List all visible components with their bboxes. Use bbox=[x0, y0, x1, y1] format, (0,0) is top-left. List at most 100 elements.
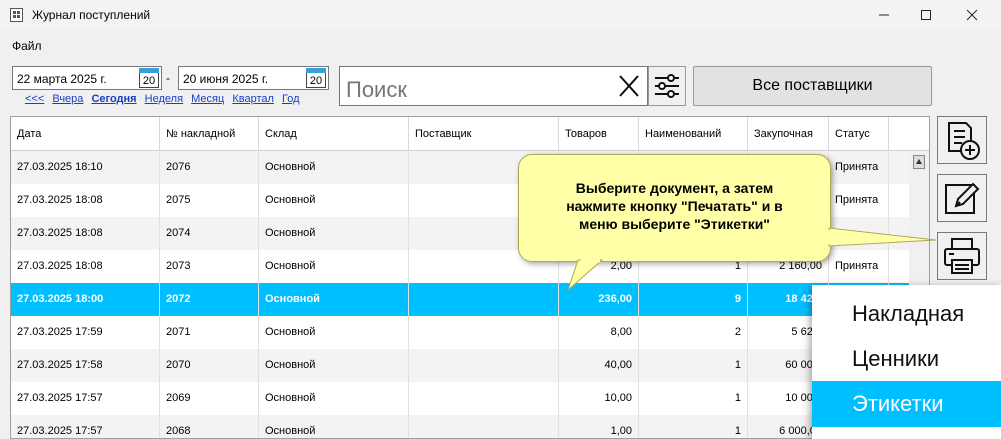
cell-status: Принята bbox=[829, 184, 889, 217]
cell-store: Основной bbox=[259, 151, 409, 184]
edit-icon bbox=[945, 182, 980, 214]
cell-goods: 10,00 bbox=[559, 382, 639, 415]
cell-store: Основной bbox=[259, 217, 409, 250]
cell-items: 1 bbox=[639, 349, 748, 382]
period-year-link[interactable]: Год bbox=[282, 93, 300, 105]
hint-line-1: Выберите документ, а затем bbox=[575, 180, 774, 196]
cell-items: 1 bbox=[639, 382, 748, 415]
cell-goods: 8,00 bbox=[559, 316, 639, 349]
cell-supplier bbox=[409, 382, 559, 415]
period-week-link[interactable]: Неделя bbox=[145, 93, 183, 105]
cell-items: 1 bbox=[639, 415, 748, 438]
cell-date: 27.03.2025 17:57 bbox=[11, 415, 160, 438]
column-header-store[interactable]: Склад bbox=[259, 117, 409, 151]
close-button[interactable] bbox=[949, 0, 995, 30]
cell-number: 2074 bbox=[160, 217, 259, 250]
cell-number: 2069 bbox=[160, 382, 259, 415]
period-quarter-link[interactable]: Квартал bbox=[232, 93, 274, 105]
cell-status bbox=[829, 217, 889, 250]
table-row[interactable]: 27.03.2025 17:57 2069 Основной 10,00 1 10 000… bbox=[11, 382, 909, 415]
date-from-picker[interactable]: 22 марта 2025 г. 20 bbox=[12, 66, 162, 90]
cell-goods: 40,00 bbox=[559, 349, 639, 382]
period-today-link[interactable]: Сегодня bbox=[91, 93, 136, 105]
scroll-up-arrow-icon[interactable] bbox=[913, 155, 925, 169]
hint-line-3: меню выберите "Этикетки" bbox=[579, 216, 770, 232]
cell-date: 27.03.2025 17:57 bbox=[11, 382, 160, 415]
cell-store: Основной bbox=[259, 415, 409, 438]
print-menu-item-labels[interactable]: Этикетки bbox=[812, 381, 1001, 427]
period-yesterday-link[interactable]: Вчера bbox=[52, 93, 83, 105]
column-header-items[interactable]: Наименований bbox=[639, 117, 748, 151]
cell-number: 2072 bbox=[160, 283, 259, 316]
cell-number: 2075 bbox=[160, 184, 259, 217]
filter-button[interactable] bbox=[648, 66, 686, 106]
cell-store: Основной bbox=[259, 283, 409, 316]
date-to-picker[interactable]: 20 июня 2025 г. 20 bbox=[178, 66, 329, 90]
calendar-icon[interactable]: 20 bbox=[139, 68, 159, 88]
period-back-link[interactable]: <<< bbox=[25, 93, 44, 105]
edit-button[interactable] bbox=[937, 174, 987, 222]
new-document-button[interactable] bbox=[937, 116, 987, 164]
maximize-button[interactable] bbox=[903, 0, 949, 30]
menu-file[interactable]: Файл bbox=[12, 39, 42, 53]
print-menu-item-invoice[interactable]: Накладная bbox=[812, 291, 1001, 337]
date-separator: - bbox=[166, 71, 170, 85]
cell-store: Основной bbox=[259, 184, 409, 217]
cell-date: 27.03.2025 17:59 bbox=[11, 316, 160, 349]
calendar-icon[interactable]: 20 bbox=[306, 68, 326, 88]
date-from-value: 22 марта 2025 г. bbox=[17, 72, 107, 86]
period-month-link[interactable]: Месяц bbox=[191, 93, 224, 105]
cell-date: 27.03.2025 18:08 bbox=[11, 250, 160, 283]
all-suppliers-button[interactable]: Все поставщики bbox=[693, 66, 932, 106]
maximize-icon bbox=[921, 10, 931, 20]
search-input[interactable]: Поиск bbox=[339, 66, 648, 106]
period-links: <<< Вчера Сегодня Неделя Месяц Квартал Г… bbox=[25, 93, 304, 105]
column-header-number[interactable]: № накладной bbox=[160, 117, 259, 151]
cell-store: Основной bbox=[259, 349, 409, 382]
cell-number: 2076 bbox=[160, 151, 259, 184]
cell-number: 2068 bbox=[160, 415, 259, 438]
printer-icon bbox=[944, 238, 980, 274]
cell-items: 9 bbox=[639, 283, 748, 316]
print-menu-item-price-tags[interactable]: Ценники bbox=[812, 336, 1001, 382]
print-menu: Накладная Ценники Этикетки bbox=[812, 285, 1001, 439]
minimize-button[interactable] bbox=[861, 0, 907, 30]
cell-number: 2070 bbox=[160, 349, 259, 382]
cell-store: Основной bbox=[259, 382, 409, 415]
table-row[interactable]: 27.03.2025 17:58 2070 Основной 40,00 1 60 000… bbox=[11, 349, 909, 382]
column-header-cost[interactable]: Закупочная bbox=[748, 117, 829, 151]
cell-supplier bbox=[409, 349, 559, 382]
cell-date: 27.03.2025 18:10 bbox=[11, 151, 160, 184]
clear-search-icon[interactable] bbox=[617, 73, 641, 99]
cell-number: 2073 bbox=[160, 250, 259, 283]
column-header-date[interactable]: Дата bbox=[11, 117, 160, 151]
cell-goods: 236,00 bbox=[559, 283, 639, 316]
cell-number: 2071 bbox=[160, 316, 259, 349]
print-button[interactable] bbox=[937, 232, 987, 280]
title-bar: Журнал поступлений bbox=[0, 0, 1001, 30]
cell-status: Принята bbox=[829, 250, 889, 283]
close-icon bbox=[966, 9, 978, 21]
sliders-icon bbox=[655, 74, 679, 98]
cell-supplier bbox=[409, 415, 559, 438]
cell-status: Принята bbox=[829, 151, 889, 184]
table-row[interactable]: 27.03.2025 17:57 2068 Основной 1,00 1 6 000,0… bbox=[11, 415, 909, 438]
cell-date: 27.03.2025 17:58 bbox=[11, 349, 160, 382]
hint-line-2: нажмите кнопку "Печатать" и в bbox=[566, 198, 783, 214]
cell-date: 27.03.2025 18:08 bbox=[11, 217, 160, 250]
table-row[interactable]: 27.03.2025 18:00 2072 Основной 236,00 9 18 42… bbox=[11, 283, 909, 316]
minimize-icon bbox=[879, 14, 889, 16]
cell-items: 2 bbox=[639, 316, 748, 349]
column-header-goods[interactable]: Товаров bbox=[559, 117, 639, 151]
cell-date: 27.03.2025 18:08 bbox=[11, 184, 160, 217]
hint-callout: Выберите документ, а затем нажмите кнопк… bbox=[518, 154, 831, 262]
cell-store: Основной bbox=[259, 250, 409, 283]
table-row[interactable]: 27.03.2025 17:59 2071 Основной 8,00 2 5 628, bbox=[11, 316, 909, 349]
search-placeholder: Поиск bbox=[346, 77, 407, 102]
cell-supplier bbox=[409, 316, 559, 349]
window-title: Журнал поступлений bbox=[32, 8, 151, 22]
column-header-supplier[interactable]: Поставщик bbox=[409, 117, 559, 151]
cell-goods: 1,00 bbox=[559, 415, 639, 438]
app-icon bbox=[10, 8, 23, 22]
column-header-status[interactable]: Статус bbox=[829, 117, 889, 151]
